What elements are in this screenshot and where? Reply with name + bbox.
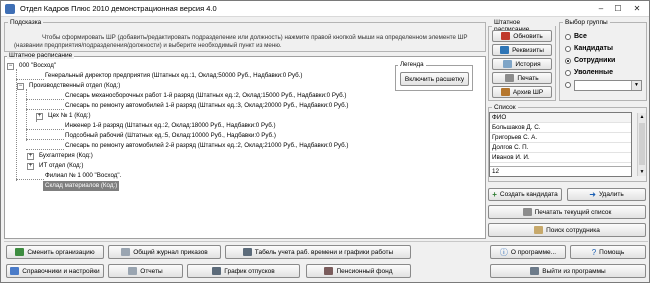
bottom-separator <box>4 241 648 242</box>
tree-node[interactable]: Слесарь механосборочных работ 1-й разряд… <box>65 91 346 101</box>
group-dropdown[interactable]: ▼ <box>574 80 642 91</box>
list-scrollbar[interactable]: ▲ ▼ <box>637 113 646 176</box>
tree-node[interactable]: Филиал № 1 000 "Восход". <box>45 171 121 181</box>
change-org-button[interactable]: Сменить организацию <box>6 245 104 259</box>
table-icon <box>242 248 252 256</box>
tree-node[interactable]: Инженер 1-й разряд (Штатных ед.:2, Оклад… <box>65 121 276 131</box>
tree-node[interactable]: Генеральный директор предприятия (Штатны… <box>45 71 303 81</box>
collapse-icon[interactable]: − <box>17 82 24 90</box>
details-icon <box>500 46 510 54</box>
exit-button[interactable]: Выйти из программы <box>490 264 646 278</box>
scroll-up-icon[interactable]: ▲ <box>638 113 646 121</box>
help-button[interactable]: ? Помощь <box>570 245 646 259</box>
group-select-legend: Выбор группы <box>565 19 608 26</box>
timesheet-button[interactable]: Табель учета раб. времени и графики рабо… <box>225 245 411 259</box>
search-icon <box>534 226 544 234</box>
hint-text: Чтобы сформировать ШР (добавить/редактир… <box>14 34 468 49</box>
main-window: Отдел Кадров Плюс 2010 демонстрационная … <box>0 0 650 283</box>
collapse-icon[interactable]: − <box>7 62 14 70</box>
journal-icon <box>121 248 131 256</box>
expand-icon[interactable]: + <box>36 112 43 120</box>
app-icon <box>5 4 15 14</box>
create-candidate-button[interactable]: + Создать кандидата <box>488 188 562 201</box>
list-item[interactable]: Долгов С. П. <box>490 143 631 153</box>
calendar-icon <box>212 267 222 275</box>
archive-icon <box>500 88 510 96</box>
pension-icon <box>324 267 334 275</box>
organization-icon <box>15 248 25 256</box>
history-icon <box>503 60 513 68</box>
minimize-button[interactable]: ‒ <box>593 2 609 15</box>
hint-panel: Подсказка Чтобы сформировать ШР (добавит… <box>4 19 486 52</box>
tree-node-selected[interactable]: Склад материалов (Код:) <box>43 181 120 191</box>
pension-fund-button[interactable]: Пенсионный фонд <box>306 264 411 278</box>
people-list-legend: Список <box>494 104 516 111</box>
delete-button[interactable]: ➜ Удалить <box>567 188 646 201</box>
add-icon: + <box>492 190 497 199</box>
tree-legend: Штатное расписание <box>7 52 75 59</box>
arrow-left-icon: ➜ <box>589 190 596 199</box>
tree-node[interactable]: Слесарь по ремонту автомобилей 2-й разря… <box>65 141 349 151</box>
toggle-grid-button[interactable]: Включить расшетку <box>400 72 469 86</box>
search-employee-button[interactable]: Поиск сотрудника <box>488 223 646 237</box>
help-icon: ? <box>591 247 597 257</box>
history-button[interactable]: История <box>492 58 552 70</box>
exit-icon <box>530 267 540 275</box>
radio-icon <box>565 33 571 40</box>
radio-other[interactable] <box>565 82 571 88</box>
settings-icon <box>10 267 20 275</box>
radio-icon <box>565 69 571 76</box>
printer-icon <box>522 208 532 216</box>
people-list[interactable]: ФИО Большаков Д. С. Григорьев С. А. Долг… <box>489 112 632 177</box>
list-count: 12 <box>490 166 631 176</box>
refresh-icon <box>501 32 511 40</box>
legend-box-title: Легенда <box>398 61 426 68</box>
reports-button[interactable]: Отчеты <box>108 264 183 278</box>
scroll-thumb[interactable] <box>639 123 645 165</box>
about-button[interactable]: ⓘ О программе... <box>490 245 566 259</box>
expand-icon[interactable]: + <box>27 152 34 160</box>
maximize-button[interactable]: ☐ <box>610 2 626 15</box>
refresh-button[interactable]: Обновить <box>492 30 552 42</box>
orders-journal-button[interactable]: Общий журнал приказов <box>108 245 221 259</box>
details-button[interactable]: Реквизиты <box>492 44 552 56</box>
directories-button[interactable]: Справочники и настройки <box>6 264 104 278</box>
radio-all[interactable]: Все <box>565 33 587 40</box>
list-item[interactable]: Григорьев С. А. <box>490 133 631 143</box>
title-bar: Отдел Кадров Плюс 2010 демонстрационная … <box>1 1 649 17</box>
print-list-button[interactable]: Печатать текущий список <box>488 205 646 219</box>
archive-button[interactable]: Архив ШР <box>492 86 552 98</box>
radio-icon <box>565 45 571 52</box>
list-item[interactable]: Иванов И. И. <box>490 153 631 163</box>
radio-candidates[interactable]: Кандидаты <box>565 45 613 52</box>
tree-node[interactable]: Подсобный рабочий (Штатных ед.:5, Оклад:… <box>65 131 276 141</box>
tree-node[interactable]: Слесарь по ремонту автомобилей 1-й разря… <box>65 101 349 111</box>
chevron-down-icon[interactable]: ▼ <box>631 81 641 90</box>
scroll-down-icon[interactable]: ▼ <box>638 168 646 176</box>
printer-icon <box>505 74 515 82</box>
reports-icon <box>128 267 138 275</box>
list-column-header[interactable]: ФИО <box>490 113 631 123</box>
hint-legend: Подсказка <box>10 19 42 26</box>
radio-checked-icon <box>565 57 571 64</box>
list-item[interactable]: Большаков Д. С. <box>490 123 631 133</box>
staff-tree-panel[interactable]: − 000 "Восход" Генеральный директор пред… <box>4 56 486 239</box>
print-button[interactable]: Печать <box>492 72 552 84</box>
info-icon: ⓘ <box>499 247 508 257</box>
radio-dismissed[interactable]: Уволенные <box>565 69 613 76</box>
window-title: Отдел Кадров Плюс 2010 демонстрационная … <box>20 4 217 13</box>
expand-icon[interactable]: + <box>27 162 34 170</box>
vacation-schedule-button[interactable]: График отпусков <box>187 264 300 278</box>
close-button[interactable]: ✕ <box>627 2 647 15</box>
radio-employees[interactable]: Сотрудники <box>565 57 615 64</box>
